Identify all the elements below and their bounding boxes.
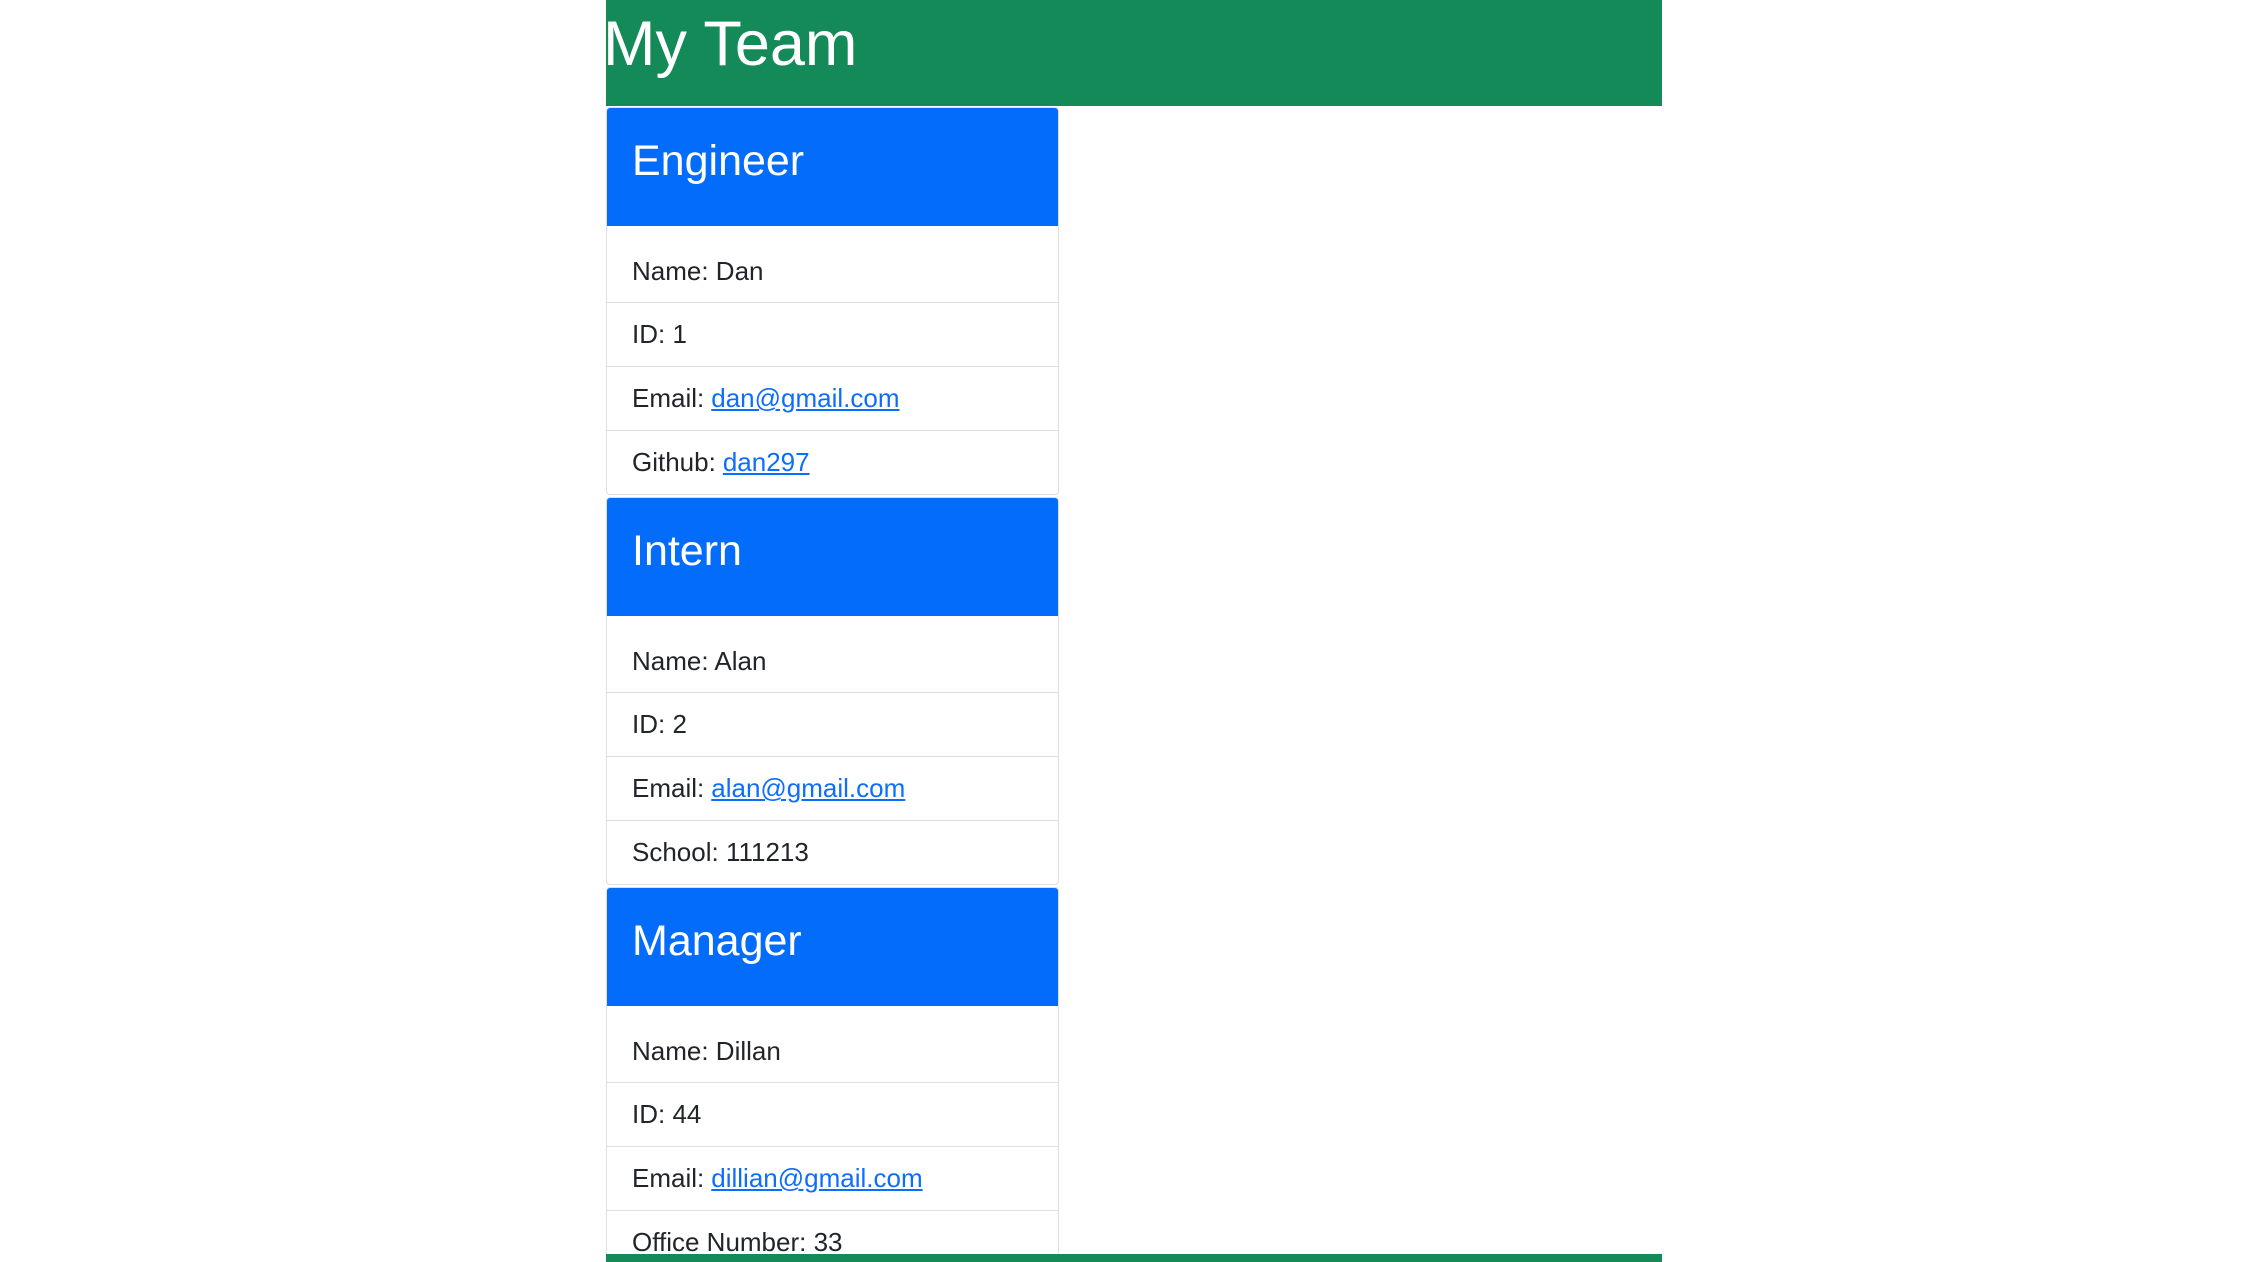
- card-details-list: Name: Dillan ID: 44 Email: dillian@gmail…: [607, 1006, 1058, 1262]
- email-link[interactable]: dan@gmail.com: [711, 383, 899, 414]
- list-item-name: Name: Dan: [632, 255, 764, 286]
- card-details-list: Name: Alan ID: 2 Email: alan@gmail.com S…: [607, 616, 1058, 884]
- list-item-id: ID: 44: [607, 1082, 1058, 1146]
- list-item-name: Name: Alan: [632, 645, 767, 676]
- email-link[interactable]: dillian@gmail.com: [711, 1163, 922, 1194]
- list-item-id: ID: 2: [607, 692, 1058, 756]
- list-item-school: School: 111213: [607, 820, 1058, 884]
- github-label: Github:: [632, 447, 716, 477]
- card-header: Manager: [607, 888, 1058, 1006]
- list-item-email: Email: alan@gmail.com: [607, 756, 1058, 820]
- list-item-github: Github: dan297: [607, 430, 1058, 494]
- card-role-title: Manager: [632, 917, 802, 965]
- engineer-card: Engineer Name: Dan ID: 1 Email: dan@gmai…: [606, 107, 1059, 495]
- list-item-email: Email: dillian@gmail.com: [607, 1146, 1058, 1210]
- page-title: My Team: [606, 9, 858, 79]
- page-container: My Team Engineer Name: Dan ID: 1 Email: …: [606, 0, 1662, 1262]
- manager-card: Manager Name: Dillan ID: 44 Email: dilli…: [606, 887, 1059, 1262]
- email-label: Email:: [632, 773, 705, 803]
- email-link[interactable]: alan@gmail.com: [711, 773, 905, 804]
- employee-cards: Engineer Name: Dan ID: 1 Email: dan@gmai…: [606, 107, 1059, 1262]
- intern-card: Intern Name: Alan ID: 2 Email: alan@gmai…: [606, 497, 1059, 885]
- team-header: My Team: [606, 0, 1662, 106]
- list-item-name: Name: Dillan: [632, 1035, 781, 1066]
- list-item-email: Email: dan@gmail.com: [607, 366, 1058, 430]
- email-label: Email:: [632, 383, 705, 413]
- footer-bar: [606, 1254, 1662, 1262]
- list-item-id: ID: 1: [607, 302, 1058, 366]
- card-header: Intern: [607, 498, 1058, 616]
- card-details-list: Name: Dan ID: 1 Email: dan@gmail.com Git…: [607, 226, 1058, 494]
- github-link[interactable]: dan297: [723, 447, 810, 478]
- email-label: Email:: [632, 1163, 705, 1193]
- card-role-title: Intern: [632, 527, 742, 575]
- card-role-title: Engineer: [632, 137, 805, 185]
- card-header: Engineer: [607, 108, 1058, 226]
